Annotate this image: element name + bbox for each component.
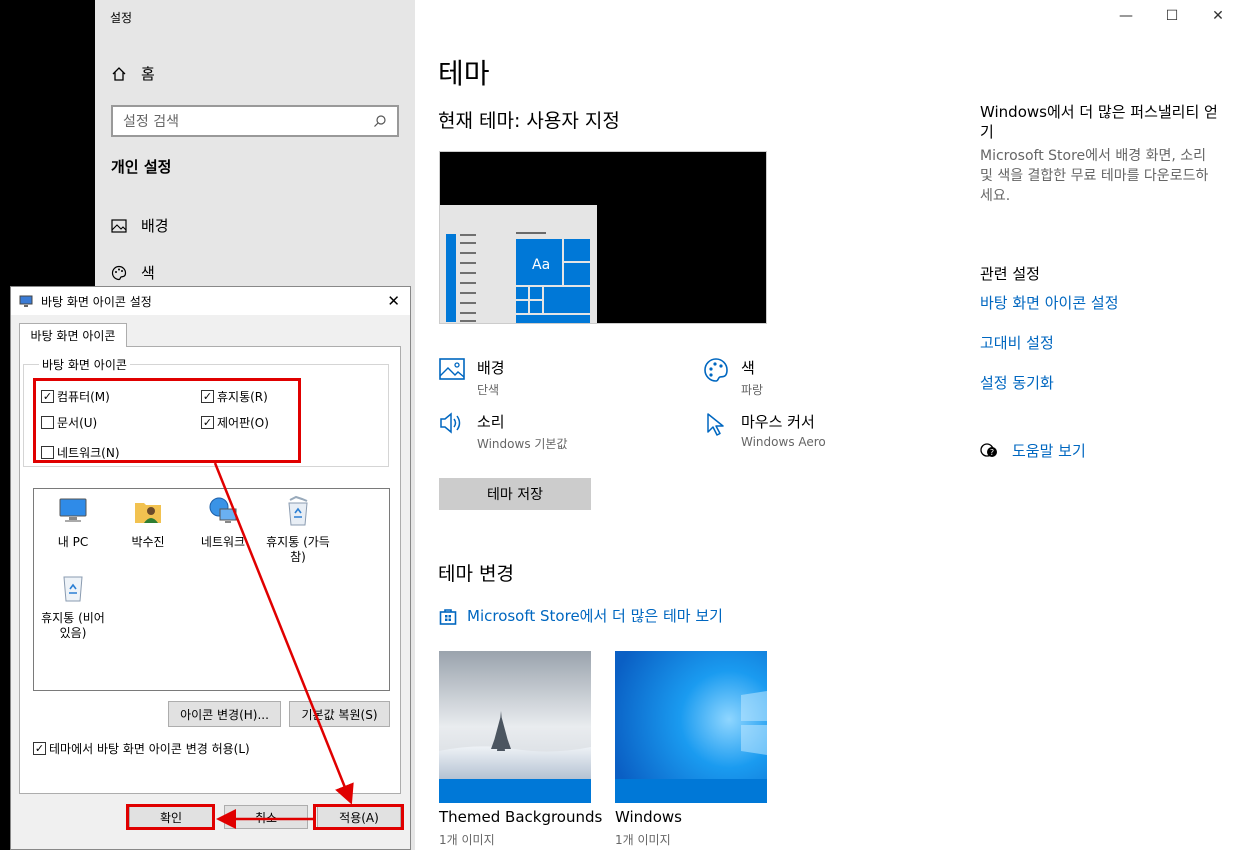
nav-home-label: 홈 bbox=[141, 65, 155, 83]
theme-name-1: Themed Backgrounds bbox=[439, 808, 603, 826]
speaker-icon bbox=[440, 412, 461, 434]
icon-label: 네트워크 bbox=[200, 535, 246, 549]
prop-sound-value: Windows 기본값 bbox=[477, 437, 568, 451]
related-settings-title: 관련 설정 bbox=[980, 265, 1040, 283]
desktop-icon-settings-link[interactable]: 바탕 화면 아이콘 설정 bbox=[980, 292, 1119, 313]
save-theme-button[interactable]: 테마 저장 bbox=[439, 478, 591, 510]
annotation-ok-highlight bbox=[126, 804, 215, 830]
annotation-checkbox-highlight bbox=[33, 378, 301, 463]
theme-count-1: 1개 이미지 bbox=[439, 833, 495, 847]
prop-color[interactable]: 색파랑 bbox=[703, 357, 763, 398]
picture-icon bbox=[439, 358, 465, 380]
cancel-button[interactable]: 취소 bbox=[224, 805, 308, 829]
icon-item-this-pc[interactable]: 내 PC bbox=[37, 495, 109, 550]
prop-cursor-value: Windows Aero bbox=[741, 435, 826, 449]
settings-search-input[interactable]: 설정 검색 bbox=[111, 105, 399, 137]
theme-thumb-windows[interactable] bbox=[615, 651, 767, 803]
search-placeholder: 설정 검색 bbox=[123, 114, 179, 130]
nav-item-background[interactable]: 배경 bbox=[111, 215, 169, 236]
nav-item-color-label: 색 bbox=[141, 264, 155, 282]
icon-label: 휴지통 (가득 bbox=[266, 535, 330, 549]
help-link[interactable]: ? 도움말 보기 bbox=[980, 440, 1086, 461]
checkbox-label: 테마에서 바탕 화면 아이콘 변경 허용(L) bbox=[49, 742, 250, 756]
icon-item-recycle-full[interactable]: 휴지통 (가득 참) bbox=[262, 495, 334, 565]
current-theme-heading: 현재 테마: 사용자 지정 bbox=[438, 110, 620, 132]
restore-default-button[interactable]: 기본값 복원(S) bbox=[289, 701, 390, 727]
checkbox-box[interactable]: ✓ bbox=[33, 742, 46, 755]
prop-background-label: 배경 bbox=[477, 359, 505, 377]
change-theme-heading: 테마 변경 bbox=[438, 563, 514, 585]
store-link-label: Microsoft Store에서 더 많은 테마 보기 bbox=[467, 607, 723, 625]
icon-label: 박수진 bbox=[131, 535, 165, 549]
theme-count-2: 1개 이미지 bbox=[615, 833, 671, 847]
prop-cursor-label: 마우스 커서 bbox=[741, 413, 815, 431]
preview-start-menu bbox=[446, 232, 590, 323]
icon-label: 휴지통 (비어 bbox=[41, 611, 105, 625]
prop-sound-label: 소리 bbox=[477, 413, 505, 431]
dialog-titlebar: 바탕 화면 아이콘 설정 bbox=[11, 287, 410, 315]
picture-icon bbox=[111, 218, 127, 233]
palette-icon bbox=[704, 358, 728, 382]
recycle-bin-full-icon bbox=[288, 495, 308, 526]
checkbox-allow-themes[interactable]: ✓ 테마에서 바탕 화면 아이콘 변경 허용(L) bbox=[33, 740, 250, 757]
theme-thumb-themed-backgrounds[interactable] bbox=[439, 651, 591, 803]
palette-icon bbox=[111, 265, 127, 280]
icon-item-network[interactable]: 네트워크 bbox=[187, 495, 259, 550]
store-icon bbox=[439, 608, 457, 625]
prop-color-label: 색 bbox=[741, 359, 755, 377]
nav-item-color[interactable]: 색 bbox=[111, 262, 155, 283]
preview-sample-text: Aa bbox=[532, 257, 551, 273]
computer-icon bbox=[59, 498, 87, 522]
change-icon-button[interactable]: 아이콘 변경(H)... bbox=[168, 701, 281, 727]
desktop-icon-settings-dialog: 바탕 화면 아이콘 설정 ✕ 바탕 화면 아이콘 바탕 화면 아이콘 ✓ 컴퓨터(… bbox=[10, 286, 411, 850]
nav-section-title: 개인 설정 bbox=[111, 158, 172, 176]
prop-sound[interactable]: 소리 Windows 기본값 bbox=[439, 411, 568, 452]
group-label: 바탕 화면 아이콘 bbox=[39, 356, 130, 373]
theme-preview: Aa bbox=[439, 151, 767, 324]
icon-item-recycle-empty[interactable]: 휴지통 (비어 있음) bbox=[37, 571, 109, 641]
home-icon bbox=[112, 66, 126, 81]
help-link-label: 도움말 보기 bbox=[1012, 442, 1086, 460]
nav-home[interactable]: 홈 bbox=[111, 63, 155, 84]
icon-label-2: 있음) bbox=[59, 626, 87, 640]
prop-background[interactable]: 배경단색 bbox=[439, 357, 505, 398]
prop-background-value: 단색 bbox=[477, 383, 500, 397]
settings-main: 테마 현재 테마: 사용자 지정 Aa 배경 단색 색 파랑 소리 Window… bbox=[415, 0, 1241, 850]
snow-tree-image bbox=[439, 651, 591, 803]
icon-item-user[interactable]: 박수진 bbox=[112, 495, 184, 550]
icon-label: 내 PC bbox=[57, 535, 89, 549]
windows-wallpaper-image bbox=[615, 651, 767, 803]
tab-desktop-icons[interactable]: 바탕 화면 아이콘 bbox=[19, 323, 127, 347]
theme-name-2: Windows bbox=[615, 808, 682, 826]
sidebar-more-section: Windows에서 더 많은 퍼스낼리티 얻기 Microsoft Store에… bbox=[980, 102, 1220, 206]
icon-label-2: 참) bbox=[290, 550, 306, 564]
icon-list: 내 PC 박수진 네트워크 휴지통 (가득 참) 휴지통 (비어 있음) bbox=[33, 488, 390, 691]
page-title: 테마 bbox=[438, 57, 490, 90]
sync-settings-link[interactable]: 설정 동기화 bbox=[980, 372, 1054, 393]
annotation-apply-highlight bbox=[313, 804, 404, 830]
user-folder-icon bbox=[135, 503, 161, 523]
window-title: 설정 bbox=[110, 11, 133, 25]
prop-cursor[interactable]: 마우스 커서 Windows Aero bbox=[703, 411, 826, 449]
search-icon bbox=[374, 115, 386, 127]
dialog-title: 바탕 화면 아이콘 설정 bbox=[41, 294, 152, 309]
help-chat-icon: ? bbox=[980, 442, 997, 457]
high-contrast-link[interactable]: 고대비 설정 bbox=[980, 332, 1054, 353]
recycle-bin-empty-icon bbox=[63, 576, 83, 602]
network-icon bbox=[209, 497, 237, 523]
prop-color-value: 파랑 bbox=[741, 383, 764, 397]
nav-item-background-label: 배경 bbox=[141, 217, 169, 235]
monitor-icon bbox=[19, 295, 33, 307]
sidebar-more-desc: Microsoft Store에서 배경 화면, 소리 및 색을 결합한 무료 … bbox=[980, 148, 1209, 204]
svg-text:?: ? bbox=[990, 448, 994, 457]
cursor-icon bbox=[707, 413, 724, 436]
sidebar-more-title: Windows에서 더 많은 퍼스낼리티 얻기 bbox=[980, 103, 1218, 141]
dialog-close-icon[interactable]: ✕ bbox=[387, 292, 400, 310]
preview-window: Aa bbox=[440, 205, 597, 323]
store-themes-link[interactable]: Microsoft Store에서 더 많은 테마 보기 bbox=[439, 605, 723, 626]
